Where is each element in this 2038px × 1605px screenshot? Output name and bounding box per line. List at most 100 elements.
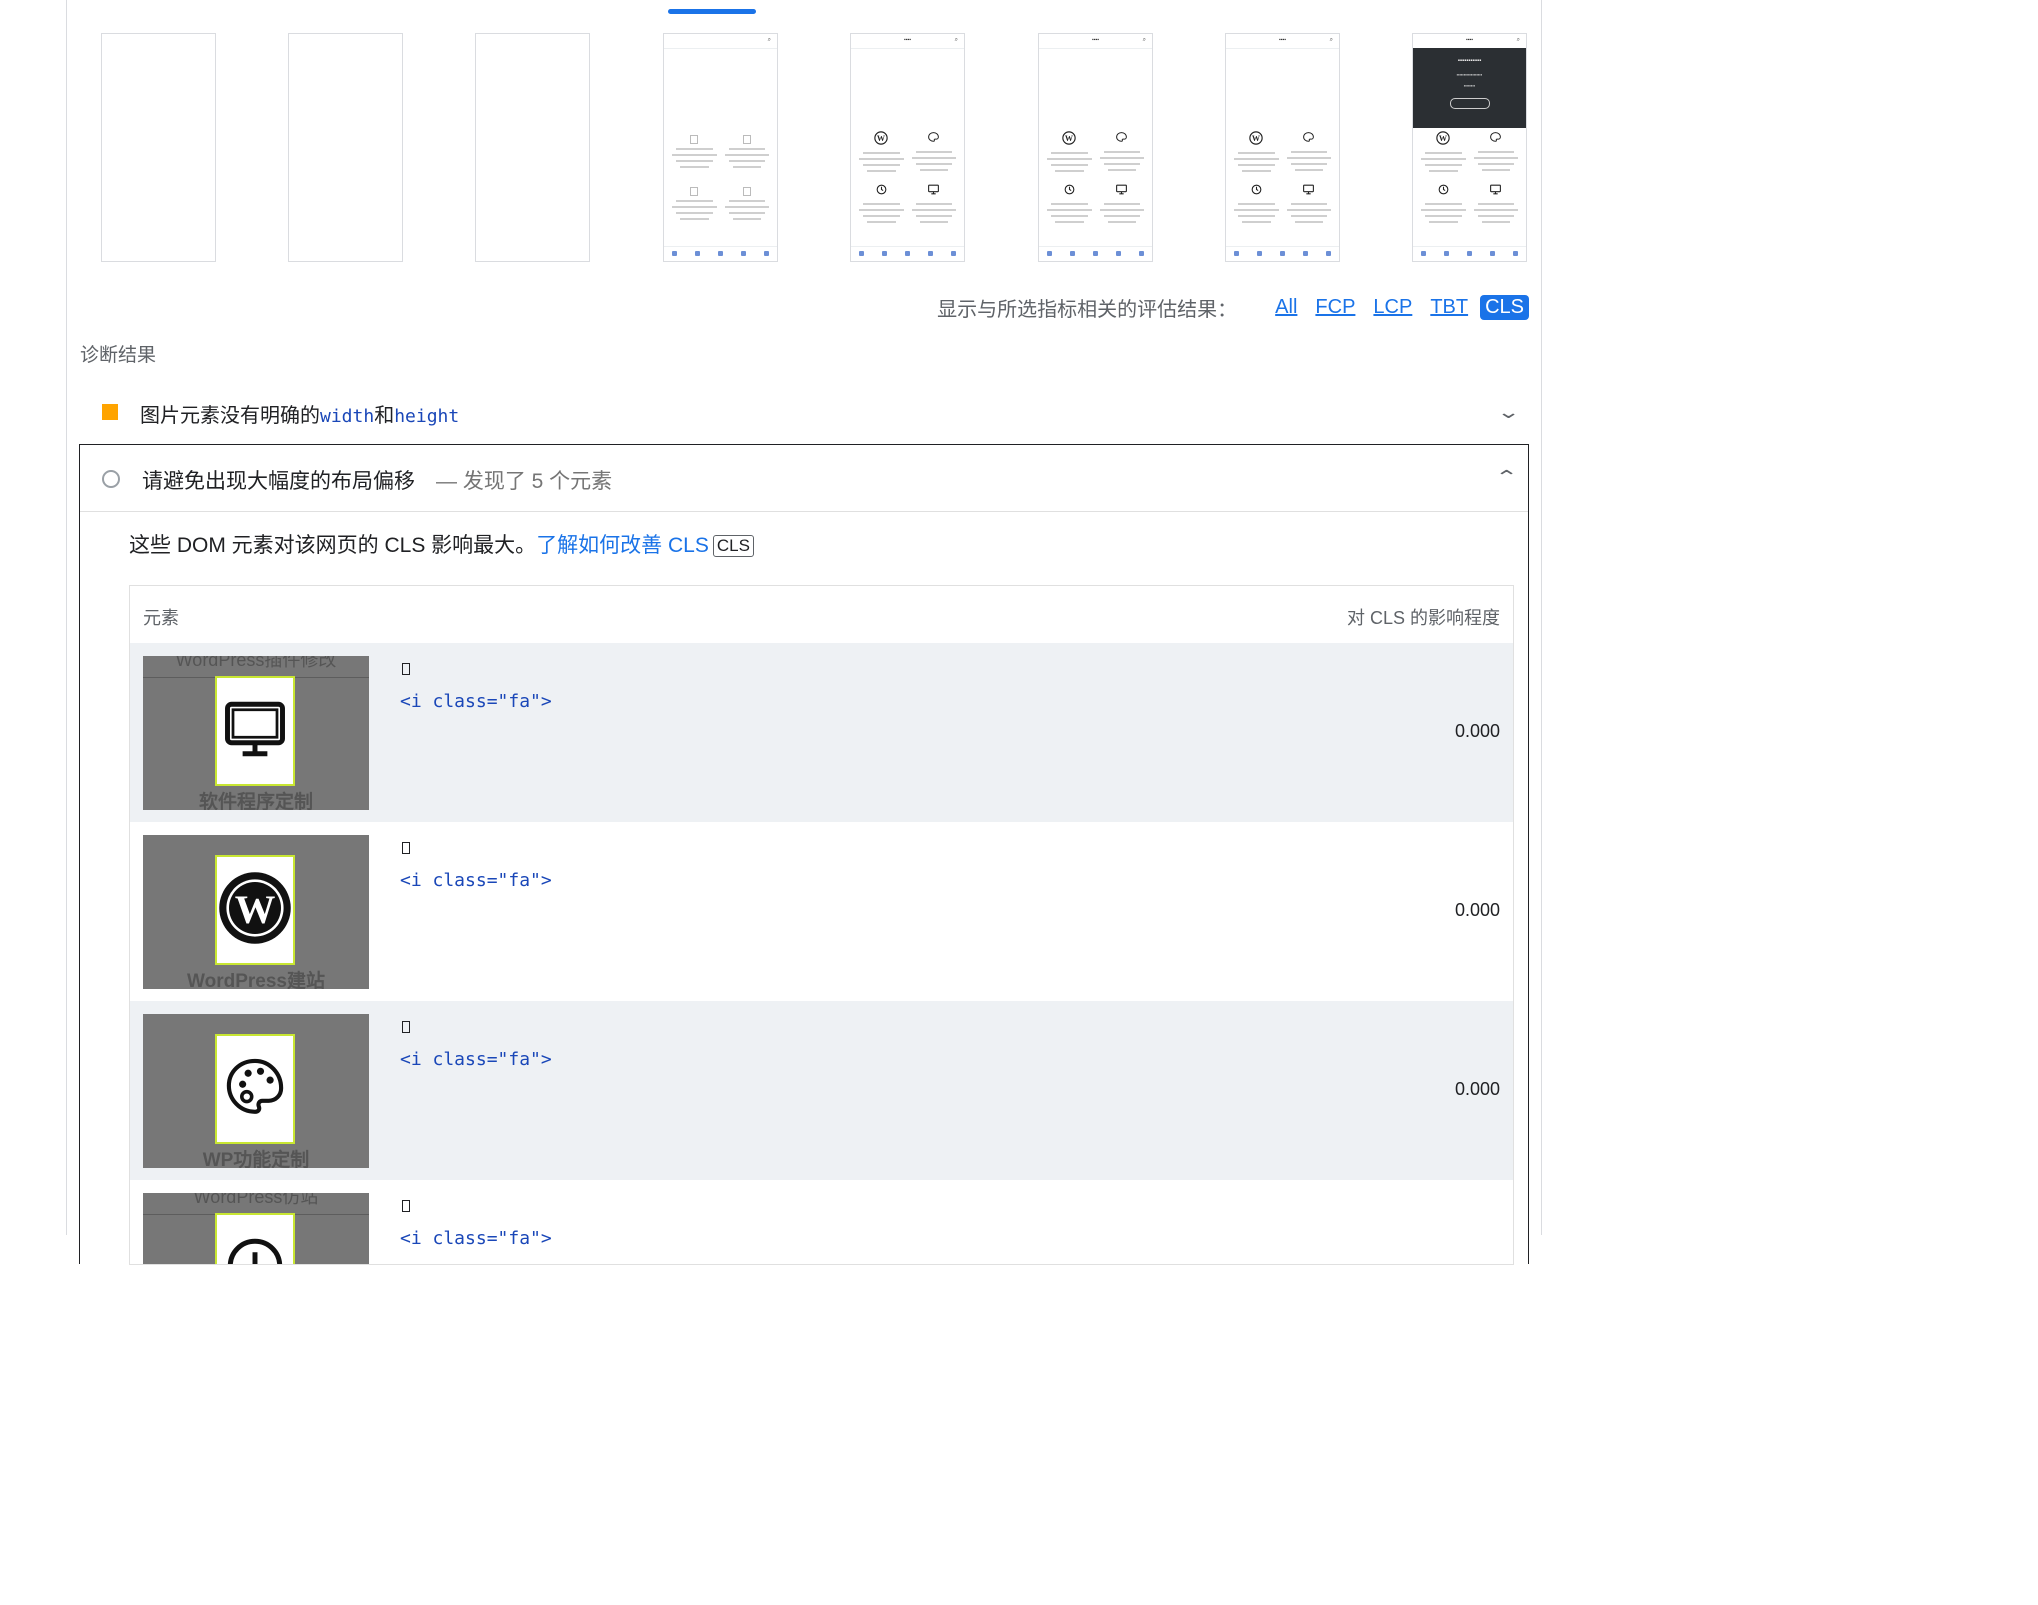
service-icon: W <box>1417 131 1470 148</box>
missing-glyph-icon <box>402 663 410 675</box>
frame-service-card <box>1096 183 1149 235</box>
learn-more-link[interactable]: 了解如何改善 CLS <box>536 534 709 557</box>
frame-bottom-nav <box>664 246 777 261</box>
chevron-up-icon[interactable]: ⌃ <box>1494 467 1518 488</box>
node-snippet[interactable]: <i class="fa"> <box>400 691 552 712</box>
search-icon: ⌕ <box>1516 37 1520 43</box>
frame-logo: ▪▪▪▪ <box>1465 37 1474 43</box>
svg-text:W: W <box>877 134 886 143</box>
cls-badge: CLS <box>712 535 754 557</box>
service-icon <box>908 183 961 199</box>
filmstrip: ⌕ ▪▪▪▪ ⌕ W ▪▪▪▪ ⌕ W ▪▪▪▪ ⌕ W ▪▪▪▪ ⌕ ▪▪▪▪▪▪▪▪▪▪▪ ▪▪▪▪▪… <box>0 0 1545 280</box>
element-screenshot[interactable]: WordPress仿站 <box>143 1193 369 1264</box>
filter-tbt[interactable]: TBT <box>1430 296 1468 319</box>
column-header-impact: 对 CLS 的影响程度 <box>1346 608 1500 628</box>
frame-service-card <box>668 183 721 235</box>
node-snippet[interactable]: <i class="fa"> <box>400 1228 552 1249</box>
informative-circle-icon <box>102 470 120 488</box>
service-icon <box>1043 183 1096 199</box>
filter-fcp[interactable]: FCP <box>1315 296 1355 319</box>
svg-text:W: W <box>1439 134 1448 143</box>
frame-logo: ▪▪▪▪ <box>903 37 912 43</box>
placeholder-icon <box>690 135 699 144</box>
cls-impact-value: 0.000 <box>1454 721 1500 741</box>
service-icon <box>1283 183 1336 199</box>
frame-service-card <box>1417 183 1470 235</box>
service-icon: W <box>1043 131 1096 148</box>
table-row: WordPress仿站 <i class="fa"> <box>130 1180 1513 1264</box>
service-icon <box>1096 131 1149 147</box>
table-row: WP功能定制 <i class="fa"> 0.000 <box>130 1001 1513 1180</box>
audit-display-value: — 发现了 5 个元素 <box>436 470 613 493</box>
filter-lcp[interactable]: LCP <box>1373 296 1412 319</box>
filmstrip-frame: ⌕ <box>663 33 778 262</box>
frame-service-card <box>1283 131 1336 183</box>
snapshot-highlight <box>215 676 295 786</box>
frame-bottom-nav <box>851 246 964 261</box>
frame-service-card: W <box>1043 131 1096 183</box>
table-row: WordPress插件修改 软件程序定制 <i class="fa"> 0.000 <box>130 643 1513 822</box>
service-icon <box>855 183 908 199</box>
audit-description: 这些 DOM 元素对该网页的 CLS 影响最大。了解如何改善 CLS CLS <box>129 529 754 559</box>
service-icon <box>1417 183 1470 199</box>
table-row: W WordPress建站 <i class="fa"> 0.000 <box>130 822 1513 1001</box>
filmstrip-frame: ▪▪▪▪ ⌕ W <box>1225 33 1340 262</box>
snapshot-label: WP功能定制 <box>202 1150 310 1168</box>
service-icon: W <box>855 131 908 148</box>
history-icon <box>222 1233 288 1264</box>
service-icon <box>1230 183 1283 199</box>
table-header: 元素 对 CLS 的影响程度 <box>130 586 1513 644</box>
audit-unsized-images-title: 图片元素没有明确的width和height <box>140 405 460 427</box>
frame-service-grid: W <box>1417 131 1523 245</box>
filter-cls[interactable]: CLS <box>1480 294 1529 320</box>
frame-service-card <box>855 183 908 235</box>
frame-service-grid: W <box>1043 131 1149 245</box>
service-icon <box>1283 131 1336 147</box>
frame-service-card: W <box>1230 131 1283 183</box>
audit-layout-shift-header[interactable]: 请避免出现大幅度的布局偏移 — 发现了 5 个元素 ⌃ <box>80 445 1528 512</box>
frame-hero: ▪▪▪▪▪▪▪▪▪▪▪ ▪▪▪▪▪▪▪▪▪▪▪▪▪▪▪▪▪▪ ▪▪▪▪▪▪▪▪ <box>1413 48 1526 128</box>
filmstrip-frame <box>475 33 590 262</box>
placeholder-icon <box>742 187 751 196</box>
element-screenshot[interactable]: W WordPress建站 <box>143 835 369 989</box>
frame-service-card <box>1096 131 1149 183</box>
placeholder-icon <box>690 187 699 196</box>
frame-logo: ▪▪▪▪ <box>1091 37 1100 43</box>
frame-header: ▪▪▪▪ ⌕ <box>1226 34 1339 49</box>
frame-service-card <box>1283 183 1336 235</box>
frame-bottom-nav <box>1039 246 1152 261</box>
node-snippet[interactable]: <i class="fa"> <box>400 870 552 891</box>
missing-glyph-icon <box>402 1200 410 1212</box>
diagnostics-heading: 诊断结果 <box>80 345 157 366</box>
chevron-down-icon[interactable]: ⌄ <box>1496 402 1520 423</box>
search-icon: ⌕ <box>1329 37 1333 43</box>
element-screenshot[interactable]: WordPress插件修改 软件程序定制 <box>143 656 369 810</box>
frame-service-card <box>908 131 961 183</box>
frame-bottom-nav <box>1226 246 1339 261</box>
svg-text:W: W <box>235 886 276 931</box>
audit-unsized-images[interactable]: 图片元素没有明确的width和height ⌄ <box>80 380 1530 444</box>
frame-service-card: W <box>855 131 908 183</box>
column-header-element: 元素 <box>143 608 179 628</box>
filter-all[interactable]: All <box>1275 296 1297 319</box>
node-snippet[interactable]: <i class="fa"> <box>400 1049 552 1070</box>
search-icon: ⌕ <box>767 37 771 43</box>
frame-service-grid: W <box>855 131 961 245</box>
metric-filter-label: 显示与所选指标相关的评估结果： <box>937 298 1238 321</box>
frame-bottom-nav <box>1413 246 1526 261</box>
service-icon <box>1470 183 1523 199</box>
frame-service-card <box>1470 131 1523 183</box>
frame-logo: ▪▪▪▪ <box>1278 37 1287 43</box>
search-icon: ⌕ <box>1142 37 1146 43</box>
frame-service-grid: W <box>1230 131 1336 245</box>
frame-service-card <box>1043 183 1096 235</box>
warning-square-icon <box>102 404 118 420</box>
frame-service-card <box>908 183 961 235</box>
monitor-icon <box>218 696 292 767</box>
service-icon <box>1470 131 1523 147</box>
frame-service-card <box>1470 183 1523 235</box>
frame-service-grid <box>668 135 774 245</box>
search-icon: ⌕ <box>954 37 958 43</box>
frame-service-card <box>721 183 774 235</box>
element-screenshot[interactable]: WP功能定制 <box>143 1014 369 1168</box>
